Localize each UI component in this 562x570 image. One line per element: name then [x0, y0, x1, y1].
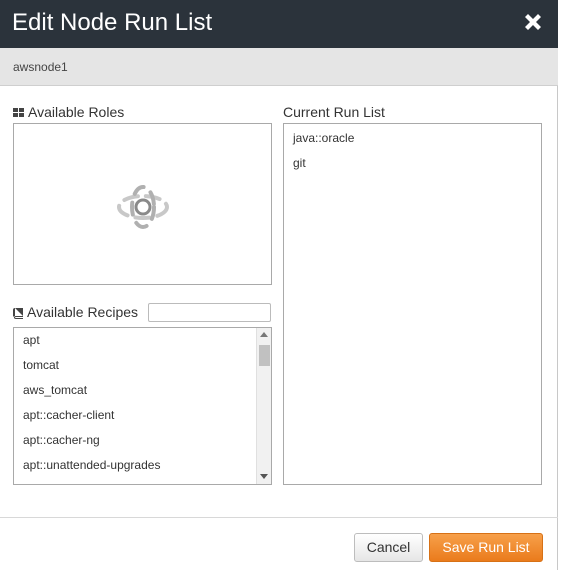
recipe-item-apt[interactable]: apt [14, 328, 256, 353]
recipe-item-apt-cacher-ng[interactable]: apt::cacher-ng [14, 428, 256, 453]
scroll-down-arrow-icon[interactable] [260, 474, 268, 479]
cancel-button[interactable]: Cancel [354, 533, 423, 562]
save-run-list-button[interactable]: Save Run List [429, 533, 543, 562]
available-roles-label: Available Roles [28, 104, 125, 120]
scroll-up-arrow-icon[interactable] [260, 332, 268, 337]
current-run-list-heading: Current Run List [283, 104, 385, 120]
recipe-item-tomcat[interactable]: tomcat [14, 353, 256, 378]
grid-icon [13, 108, 24, 118]
close-icon[interactable] [522, 11, 544, 33]
dialog-title: Edit Node Run List [12, 9, 213, 36]
book-icon [13, 307, 23, 319]
available-recipes-heading: Available Recipes [13, 304, 138, 320]
recipe-item-aws-tomcat[interactable]: aws_tomcat [14, 378, 256, 403]
recipe-filter-input[interactable] [148, 303, 271, 322]
loading-spinner-icon [117, 185, 169, 229]
dialog-header: Edit Node Run List [0, 0, 558, 48]
scrollbar-thumb[interactable] [259, 345, 270, 366]
available-recipes-label: Available Recipes [27, 304, 139, 320]
node-name-bar: awsnode1 [0, 48, 558, 86]
available-roles-heading: Available Roles [13, 104, 124, 120]
recipe-item-apt-unattended-upgrades[interactable]: apt::unattended-upgrades [14, 453, 256, 478]
recipe-item-apt-cacher-client[interactable]: apt::cacher-client [14, 403, 256, 428]
footer-divider [0, 517, 558, 518]
available-recipes-items: apt tomcat aws_tomcat apt::cacher-client… [14, 328, 256, 484]
run-list-item-java-oracle[interactable]: java::oracle [284, 126, 541, 151]
current-run-list[interactable]: java::oracle git [283, 123, 542, 485]
node-name: awsnode1 [13, 60, 68, 74]
recipes-scrollbar[interactable] [256, 328, 271, 484]
run-list-item-git[interactable]: git [284, 151, 541, 176]
edit-run-list-dialog: Edit Node Run List awsnode1 Available Ro… [0, 0, 558, 570]
